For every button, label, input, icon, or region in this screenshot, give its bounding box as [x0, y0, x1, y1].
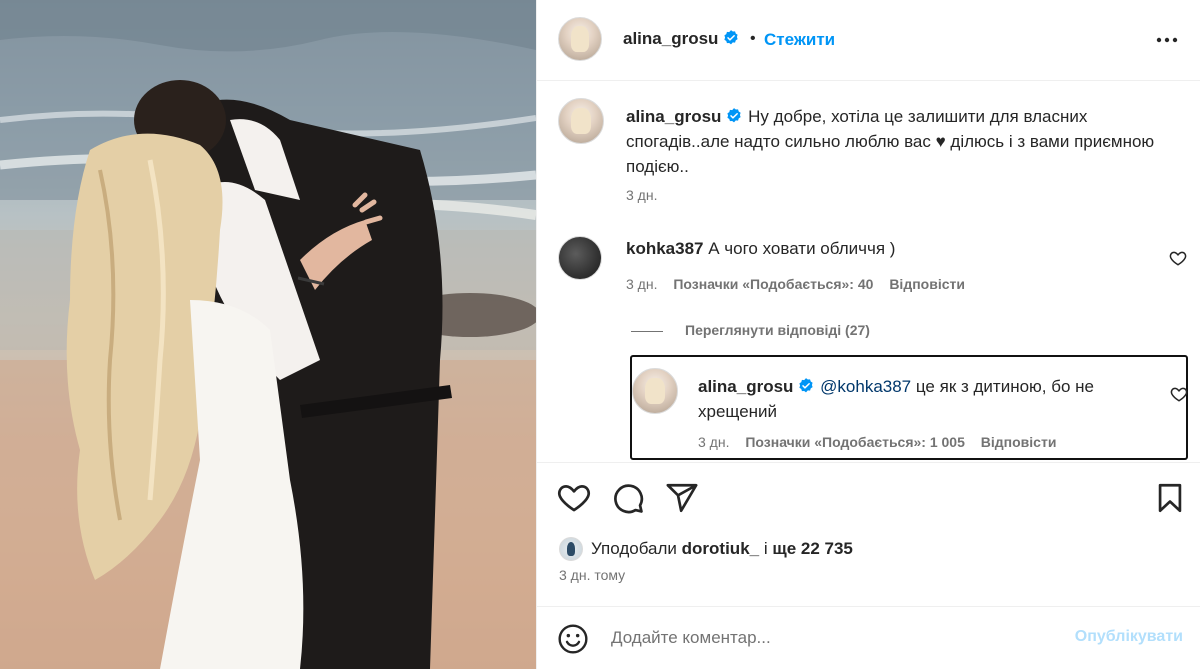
header-separator: •	[750, 30, 756, 47]
share-icon[interactable]	[665, 481, 699, 515]
liker-avatar[interactable]	[559, 537, 583, 561]
caption-time[interactable]: 3 дн.	[626, 187, 657, 203]
likes-connector: і	[763, 539, 768, 558]
reply-reply-button[interactable]: Відповісти	[981, 434, 1057, 450]
reply-mention[interactable]: @kohka387	[820, 377, 911, 396]
author-username-text[interactable]: alina_grosu	[623, 29, 718, 48]
post-time[interactable]: 3 дн. тому	[559, 567, 625, 583]
publish-button[interactable]: Опублікувати	[1075, 628, 1183, 646]
caption-author-avatar[interactable]	[558, 98, 604, 144]
more-options-icon[interactable]	[1153, 28, 1181, 52]
view-replies-button[interactable]: Переглянути відповіді (27)	[631, 322, 870, 338]
reply-username[interactable]: alina_grosu	[698, 377, 793, 396]
comment-like-heart-icon[interactable]	[1169, 249, 1187, 267]
verified-badge-icon	[724, 30, 739, 45]
post-header: alina_grosu • Стежити	[537, 0, 1200, 81]
comment-meta: 3 дн. Позначки «Подобається»: 40 Відпові…	[626, 276, 965, 292]
likes-count[interactable]: ще 22 735	[772, 539, 853, 558]
caption: alina_grosu Ну добре, хотіла це залишити…	[626, 104, 1166, 179]
reply-comment: alina_grosu @kohka387 це як з дитиною, б…	[630, 355, 1188, 460]
view-replies-label: Переглянути відповіді (27)	[685, 322, 870, 338]
comment-text: А чого ховати обличчя )	[708, 239, 896, 258]
follow-button[interactable]: Стежити	[764, 30, 835, 50]
reply-meta: 3 дн. Позначки «Подобається»: 1 005 Відп…	[698, 434, 1056, 450]
comment-likes[interactable]: Позначки «Подобається»: 40	[673, 276, 873, 292]
post-details-panel: alina_grosu • Стежити alina_grosu Ну доб…	[536, 0, 1200, 669]
post-actions	[537, 462, 1200, 532]
reply-time[interactable]: 3 дн.	[698, 434, 729, 450]
likes-user[interactable]: dorotiuk_	[682, 539, 759, 558]
reply-content: alina_grosu @kohka387 це як з дитиною, б…	[698, 374, 1138, 424]
verified-badge-icon	[727, 108, 742, 123]
comment-reply-button[interactable]: Відповісти	[889, 276, 965, 292]
author-avatar[interactable]	[558, 17, 602, 61]
reply-like-heart-icon[interactable]	[1170, 385, 1188, 403]
post-photo[interactable]	[0, 0, 536, 669]
heart-icon[interactable]	[557, 481, 591, 515]
photo-illustration	[0, 0, 536, 669]
verified-badge-icon	[799, 378, 814, 393]
likes-text: Уподобали dorotiuk_ і ще 22 735	[591, 539, 853, 559]
reply-author-avatar[interactable]	[632, 368, 678, 414]
comment-icon[interactable]	[611, 481, 645, 515]
caption-username[interactable]: alina_grosu	[626, 107, 721, 126]
comment-username[interactable]: kohka387	[626, 239, 704, 258]
commenter-avatar[interactable]	[558, 236, 602, 280]
author-username[interactable]: alina_grosu	[623, 29, 740, 49]
reply-likes[interactable]: Позначки «Подобається»: 1 005	[745, 434, 965, 450]
comment-input[interactable]	[611, 625, 1041, 651]
comment: kohka387 А чого ховати обличчя )	[626, 239, 895, 259]
add-comment-bar: Опублікувати	[537, 606, 1200, 669]
bookmark-icon[interactable]	[1153, 481, 1187, 515]
comment-time[interactable]: 3 дн.	[626, 276, 657, 292]
likes-prefix: Уподобали	[591, 539, 677, 558]
view-replies-line	[631, 330, 663, 332]
emoji-icon[interactable]	[557, 623, 589, 655]
